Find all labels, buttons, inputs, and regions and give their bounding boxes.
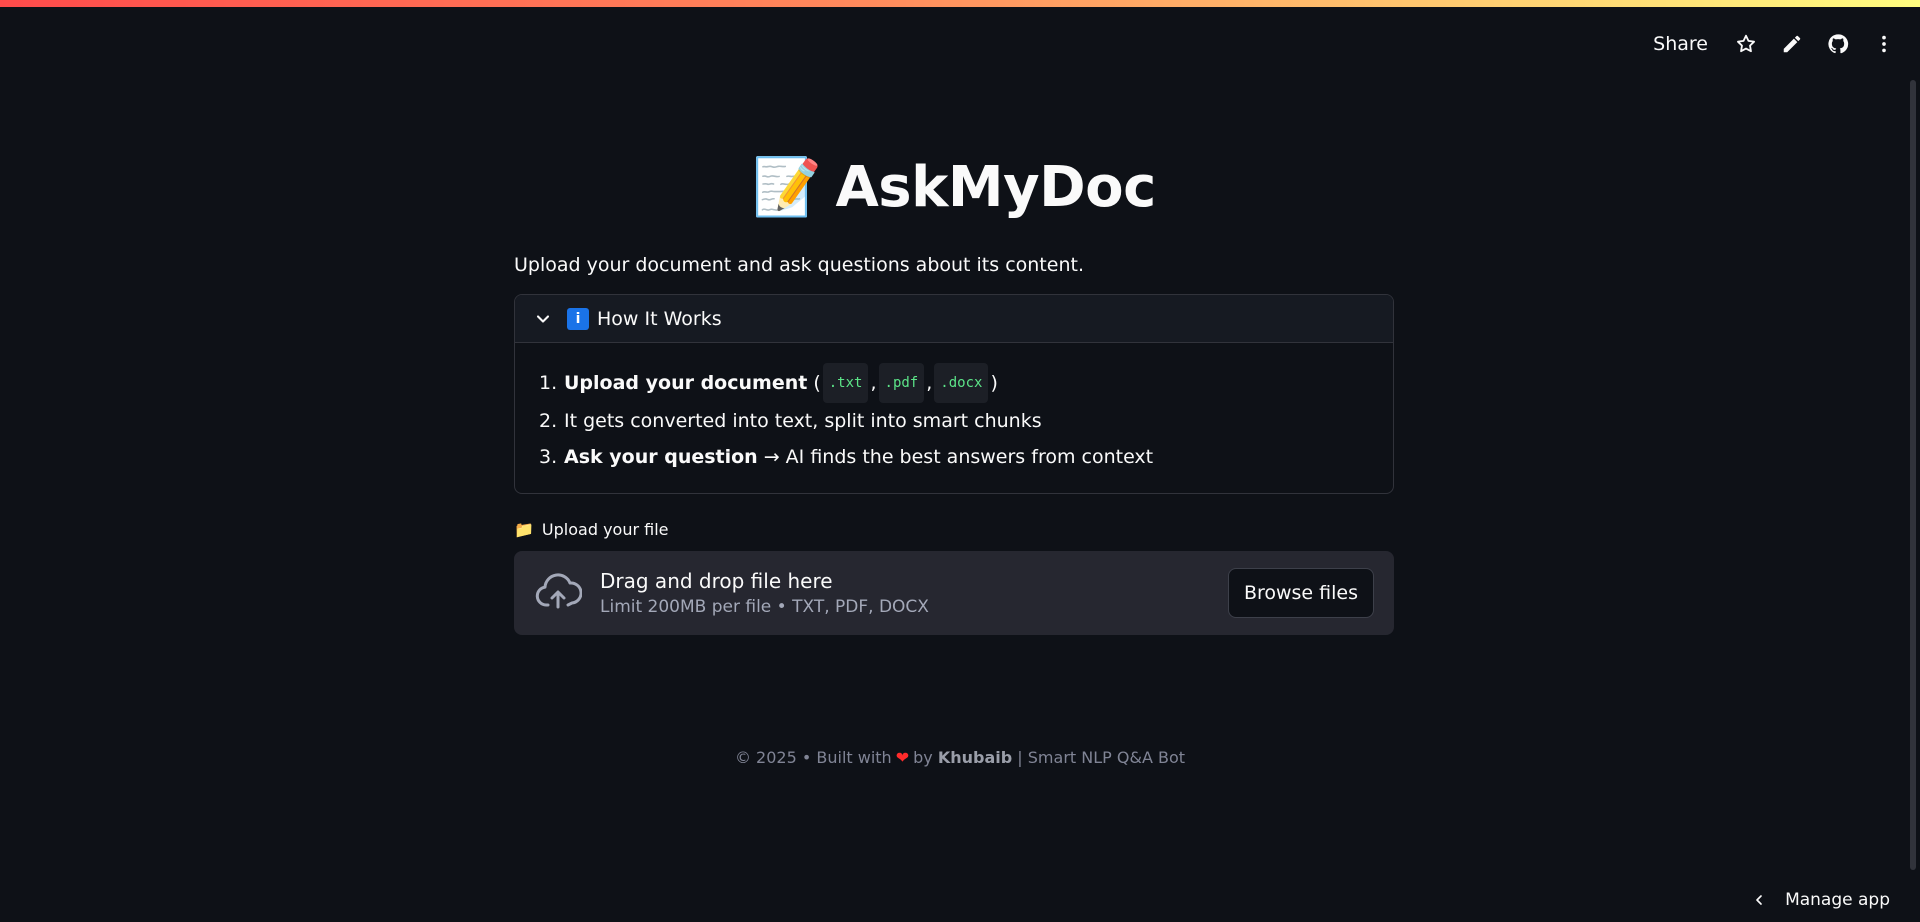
page-title: 📝 AskMyDoc [514,140,1394,236]
author-name: Khubaib [937,748,1013,767]
main-content: 📝 AskMyDoc Upload your document and ask q… [514,140,1394,635]
pencil-icon[interactable] [1780,32,1804,56]
chevron-down-icon [536,314,550,323]
footer: © 2025 • Built with ❤ by Khubaib | Smart N… [734,748,1186,767]
star-icon[interactable] [1734,32,1758,56]
how-it-works-expander: i How It Works 1. Upload your document (… [514,294,1394,494]
chevron-left-icon [1756,895,1762,905]
github-icon[interactable] [1826,32,1850,56]
list-item: 2. It gets converted into text, split in… [539,410,1042,432]
header-decoration-bar [0,0,1920,7]
folder-icon: 📁 [514,520,534,539]
expander-label: How It Works [597,307,722,330]
code-pdf: .pdf [878,363,925,403]
app-toolbar: Share [1653,24,1896,64]
share-button[interactable]: Share [1653,33,1708,55]
dropzone-text: Drag and drop file here Limit 200MB per … [600,569,1228,617]
page-subtitle: Upload your document and ask questions a… [514,254,1084,276]
file-dropzone[interactable]: Drag and drop file here Limit 200MB per … [514,551,1394,635]
list-item: 1. Upload your document ( .txt, .pdf, .d… [539,363,1369,403]
code-docx: .docx [934,363,989,403]
expander-toggle[interactable]: i How It Works [515,295,1393,343]
info-icon: i [567,307,589,330]
browse-files-button[interactable]: Browse files [1227,568,1374,618]
cloud-upload-icon [535,573,582,609]
expander-body: 1. Upload your document ( .txt, .pdf, .d… [515,343,1393,493]
list-item: 3. Ask your question → AI finds the best… [539,446,1154,468]
manage-app-button[interactable]: Manage app [1751,890,1890,910]
memo-icon: 📝 [752,155,822,220]
heart-icon: ❤ [895,748,910,767]
page-title-text: AskMyDoc [835,155,1156,220]
dropzone-title: Drag and drop file here [600,569,833,593]
upload-label: 📁 Upload your file [514,520,669,539]
dropzone-limit: Limit 200MB per file • TXT, PDF, DOCX [600,597,929,617]
more-vertical-icon[interactable] [1872,32,1896,56]
steps-list: 1. Upload your document ( .txt, .pdf, .d… [539,363,1369,475]
code-txt: .txt [822,363,869,403]
